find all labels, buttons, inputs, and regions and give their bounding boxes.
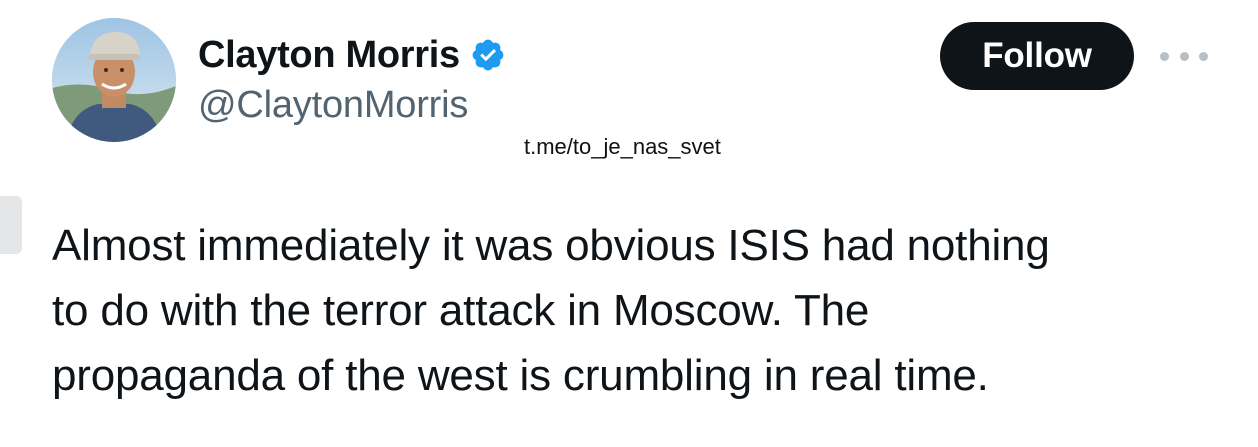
more-dot <box>1179 51 1189 61</box>
scroll-edge-handle <box>0 196 22 254</box>
author-name-row[interactable]: Clayton Morris <box>198 30 506 80</box>
tweet-text: Almost immediately it was obvious ISIS h… <box>52 213 1232 408</box>
tweet-text-line: to do with the terror attack in Moscow. … <box>52 286 870 335</box>
tweet-text-line: propaganda of the west is crumbling in r… <box>52 351 989 400</box>
more-options-icon[interactable] <box>1160 46 1208 66</box>
avatar[interactable] <box>52 18 176 142</box>
more-dot <box>1199 51 1208 61</box>
tweet-text-line: Almost immediately it was obvious ISIS h… <box>52 221 1050 270</box>
profile-photo-icon <box>52 18 176 142</box>
more-dot <box>1160 51 1169 61</box>
author-handle[interactable]: @ClaytonMorris <box>198 84 468 127</box>
watermark-text: t.me/to_je_nas_svet <box>524 134 721 159</box>
author-display-name[interactable]: Clayton Morris <box>198 34 460 77</box>
follow-button[interactable]: Follow <box>940 22 1134 90</box>
verified-badge-icon <box>470 37 506 73</box>
